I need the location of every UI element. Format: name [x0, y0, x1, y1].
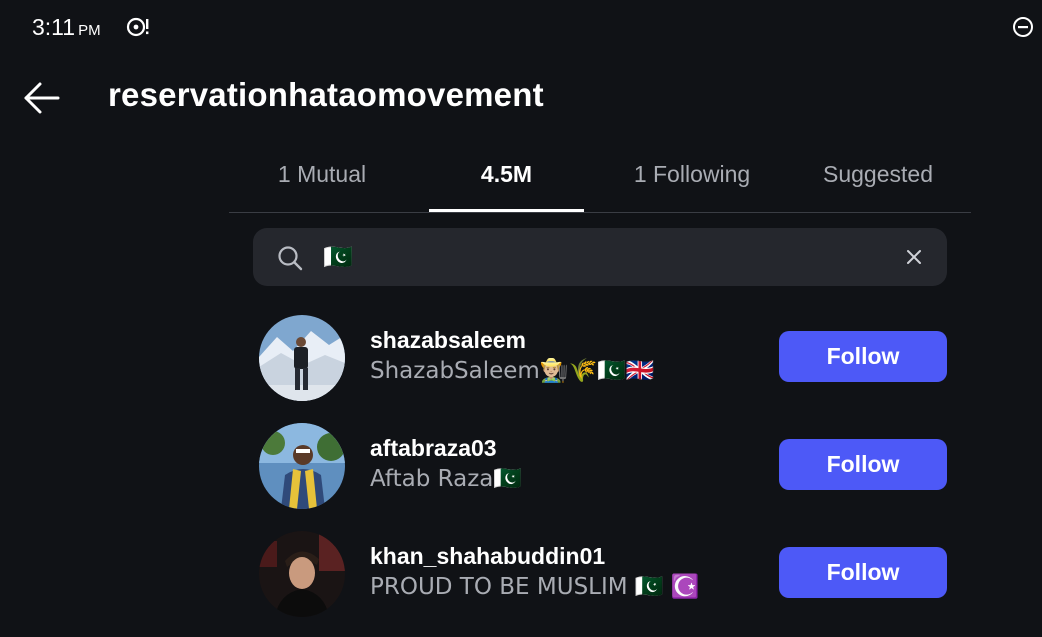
full-name: ShazabSaleem👨🏼‍🌾🌾🇵🇰🇬🇧	[370, 358, 655, 384]
tab-followers[interactable]: 4.5M	[429, 148, 584, 212]
full-name: Aftab Raza🇵🇰	[370, 466, 523, 492]
status-time: 3:11 PM	[32, 14, 101, 41]
follow-button[interactable]: Follow	[779, 331, 947, 382]
active-tab-indicator	[429, 209, 584, 212]
media-notification-icon	[126, 17, 149, 37]
follow-button[interactable]: Follow	[779, 547, 947, 598]
list-item[interactable]: aftabraza03 Aftab Raza🇵🇰 Follow	[259, 423, 949, 509]
search-bar[interactable]	[253, 228, 947, 286]
avatar[interactable]	[259, 423, 345, 509]
full-name: PROUD TO BE MUSLIM 🇵🇰 ☪️	[370, 574, 700, 600]
avatar[interactable]	[259, 315, 345, 401]
status-bar: 3:11 PM	[0, 0, 1042, 56]
arrow-left-icon	[24, 82, 60, 114]
tab-following-label: 1 Following	[633, 161, 751, 187]
avatar[interactable]	[259, 531, 345, 617]
close-icon[interactable]	[901, 244, 927, 270]
tab-mutual[interactable]: 1 Mutual	[229, 148, 415, 210]
status-time-ampm: PM	[78, 22, 101, 39]
back-button[interactable]	[20, 78, 64, 118]
tab-followers-label: 4.5M	[480, 161, 533, 187]
username[interactable]: shazabsaleem	[370, 327, 526, 354]
status-time-value: 3:11	[32, 14, 76, 40]
tab-suggested[interactable]: Suggested	[785, 148, 971, 210]
tab-suggested-label: Suggested	[823, 161, 933, 187]
tab-mutual-label: 1 Mutual	[277, 161, 367, 187]
do-not-disturb-icon	[1013, 17, 1033, 37]
search-icon	[278, 246, 303, 271]
username[interactable]: aftabraza03	[370, 435, 497, 462]
list-item[interactable]: khan_shahabuddin01 PROUD TO BE MUSLIM 🇵🇰…	[259, 531, 949, 617]
tab-following[interactable]: 1 Following	[599, 148, 785, 210]
follow-button[interactable]: Follow	[779, 439, 947, 490]
tab-bar: 1 Mutual 4.5M 1 Following Suggested	[229, 148, 971, 213]
list-item[interactable]: shazabsaleem ShazabSaleem👨🏼‍🌾🌾🇵🇰🇬🇧 Follo…	[259, 315, 949, 401]
username[interactable]: khan_shahabuddin01	[370, 543, 605, 570]
page-title: reservationhataomovement	[108, 76, 544, 113]
search-input[interactable]	[323, 237, 883, 277]
